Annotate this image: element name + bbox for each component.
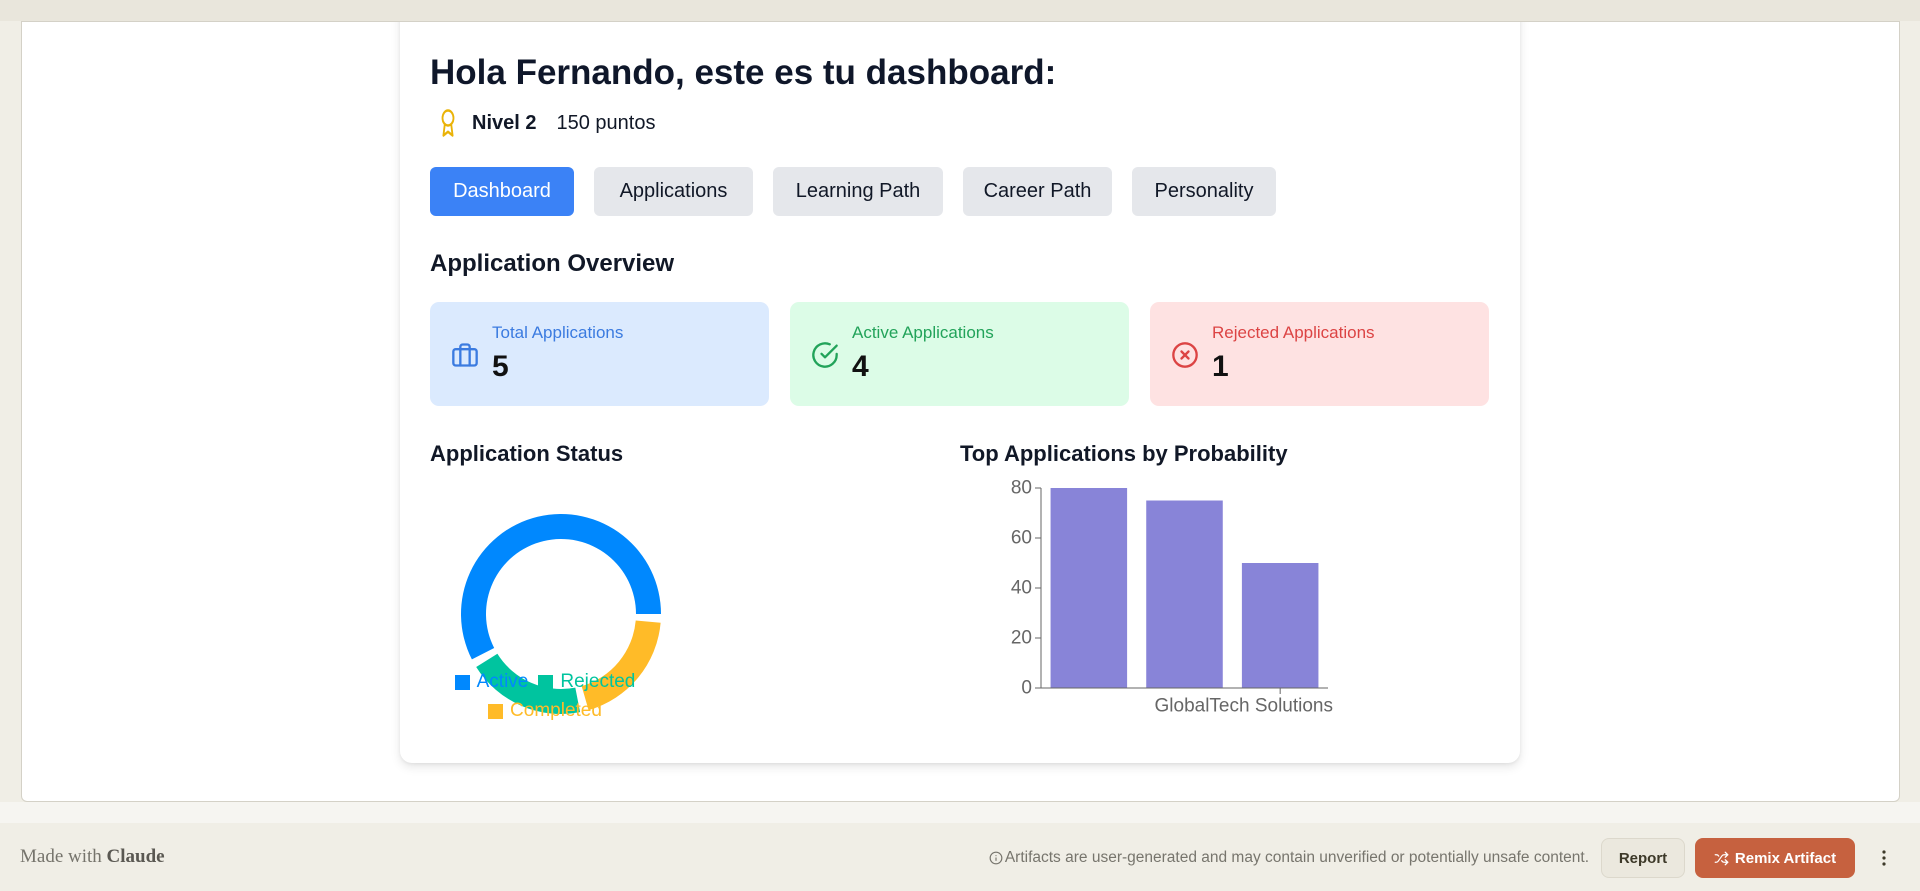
y-tick-label: 80	[1011, 478, 1032, 499]
award-icon	[437, 108, 459, 138]
check-circle-icon	[811, 341, 839, 369]
dashboard-card: Hola Fernando, este es tu dashboard: Niv…	[400, 22, 1520, 763]
legend-item-completed: Completed	[488, 699, 602, 723]
status-chart-heading: Application Status	[430, 441, 624, 466]
stat-card-active: Active Applications 4	[790, 302, 1129, 406]
pie-slice-active	[461, 514, 661, 660]
tab-learning-path[interactable]: Learning Path	[773, 167, 943, 216]
legend-swatch	[454, 674, 470, 690]
bar	[1050, 488, 1128, 688]
claude-brand: Claude	[106, 846, 165, 867]
report-button[interactable]: Report	[1601, 838, 1685, 878]
probability-chart-heading: Top Applications by Probability	[960, 441, 1288, 466]
pie-legend: Active Rejected Completed	[435, 670, 655, 723]
legend-label: Rejected	[560, 671, 636, 692]
disclaimer: Artifacts are user-generated and may con…	[989, 848, 1589, 868]
stat-label: Active Applications	[852, 323, 994, 342]
frame-bottom-strip	[0, 802, 1920, 823]
y-tick-label: 40	[1011, 578, 1032, 599]
y-tick-label: 20	[1011, 628, 1032, 649]
stat-value: 1	[1212, 350, 1229, 383]
tab-career-path[interactable]: Career Path	[963, 167, 1112, 216]
bar	[1241, 563, 1319, 688]
y-tick-label: 60	[1011, 528, 1032, 549]
level-label: Nivel 2	[472, 111, 537, 134]
legend-item-active: Active	[454, 670, 529, 694]
bar	[1146, 500, 1223, 688]
briefcase-icon	[451, 341, 479, 369]
artifact-frame: Hola Fernando, este es tu dashboard: Niv…	[21, 21, 1900, 802]
legend-label: Completed	[510, 700, 602, 721]
points-label: 150 puntos	[556, 111, 656, 134]
stat-card-total: Total Applications 5	[430, 302, 769, 406]
footer-bar: Made with Claude Artifacts are user-gene…	[0, 823, 1920, 891]
stat-value: 5	[492, 350, 509, 383]
disclaimer-text: Artifacts are user-generated and may con…	[1004, 849, 1589, 866]
tab-bar: Dashboard Applications Learning Path Car…	[430, 167, 1276, 216]
probability-bar-chart: 0 20 40 60 80 GlobalTech Solutions	[1011, 478, 1334, 717]
tab-dashboard[interactable]: Dashboard	[430, 167, 574, 216]
tab-personality[interactable]: Personality	[1132, 167, 1276, 216]
tab-applications[interactable]: Applications	[594, 167, 753, 216]
legend-swatch	[538, 674, 554, 690]
legend-label: Active	[476, 671, 529, 692]
overview-heading: Application Overview	[430, 250, 675, 277]
stat-label: Total Applications	[492, 323, 624, 342]
shuffle-icon	[1714, 851, 1729, 866]
made-with-claude[interactable]: Made with Claude	[20, 845, 165, 869]
made-with-text: Made with	[20, 846, 102, 867]
stat-card-rejected: Rejected Applications 1	[1150, 302, 1489, 406]
remix-label: Remix Artifact	[1734, 849, 1837, 867]
stat-value: 4	[852, 350, 869, 383]
info-icon	[989, 851, 1003, 865]
x-tick-label: GlobalTech Solutions	[1155, 696, 1334, 717]
legend-item-rejected: Rejected	[538, 670, 635, 694]
level-badge: Nivel 2 150 puntos	[437, 108, 655, 138]
page-title: Hola Fernando, este es tu dashboard:	[430, 53, 1057, 92]
more-options-icon[interactable]	[1876, 843, 1892, 873]
y-tick-label: 0	[1021, 678, 1032, 699]
x-circle-icon	[1171, 341, 1199, 369]
stats-row: Total Applications 5 Active Applications…	[430, 302, 1489, 406]
remix-artifact-button[interactable]: Remix Artifact	[1695, 838, 1855, 878]
stat-label: Rejected Applications	[1212, 323, 1375, 342]
top-bar	[0, 0, 1920, 21]
legend-swatch	[488, 703, 504, 719]
